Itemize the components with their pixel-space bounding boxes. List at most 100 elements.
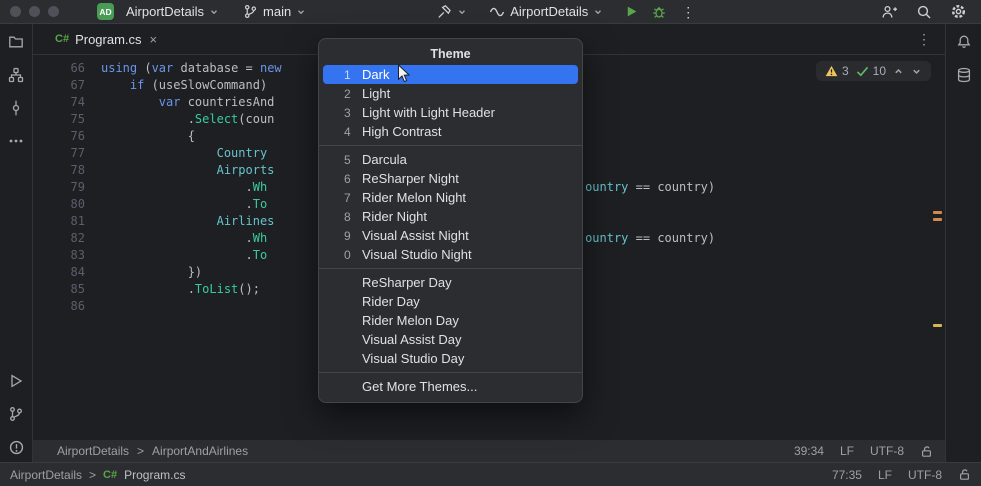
menu-item-label: Dark xyxy=(362,67,389,82)
theme-menu-item[interactable]: 3Light with Light Header xyxy=(323,103,578,122)
file-encoding[interactable]: UTF-8 xyxy=(908,468,942,482)
line-number: 81 xyxy=(33,213,85,230)
tab-options-kebab-menu[interactable]: ⋮ xyxy=(917,31,931,48)
breadcrumb-item[interactable]: AirportAndAirlines xyxy=(152,444,248,458)
settings-gear-icon[interactable] xyxy=(950,3,967,20)
code-text: }) xyxy=(101,264,202,281)
code-text: if (useSlowCommand) xyxy=(101,77,267,94)
breadcrumb-bar: AirportDetails > AirportAndAirlines 39:3… xyxy=(33,440,945,462)
line-number: 74 xyxy=(33,94,85,111)
unlocked-padlock-icon[interactable] xyxy=(958,468,971,481)
prev-problem-chevron-up-icon[interactable] xyxy=(893,66,904,77)
run-more-kebab-menu[interactable]: ⋮ xyxy=(681,5,695,19)
database-icon[interactable] xyxy=(956,67,972,83)
menu-separator xyxy=(319,372,582,373)
scrollbar-change-mark[interactable] xyxy=(933,211,942,214)
caret-position[interactable]: 77:35 xyxy=(832,468,862,482)
file-encoding[interactable]: UTF-8 xyxy=(870,444,904,458)
theme-menu-item[interactable]: 6ReSharper Night xyxy=(323,169,578,188)
statusbar-file[interactable]: Program.cs xyxy=(124,468,185,482)
project-selector[interactable]: AirportDetails xyxy=(121,2,224,21)
problems-icon[interactable] xyxy=(8,439,25,456)
menu-separator xyxy=(319,268,582,269)
menu-item-label: ReSharper Night xyxy=(362,171,459,186)
menu-item-shortcut: 2 xyxy=(344,87,362,101)
more-dots-icon[interactable] xyxy=(8,133,24,149)
code-text: .ToList(); xyxy=(101,281,260,298)
search-icon[interactable] xyxy=(916,4,932,20)
csharp-file-icon: C# xyxy=(55,33,69,45)
notifications-bell-icon[interactable] xyxy=(956,34,972,50)
line-separator[interactable]: LF xyxy=(840,444,854,458)
scrollbar-change-mark[interactable] xyxy=(933,218,942,221)
theme-menu-item[interactable]: 1Dark xyxy=(323,65,578,84)
breadcrumb-separator: > xyxy=(137,444,144,458)
caret-position[interactable]: 39:34 xyxy=(794,444,824,458)
theme-menu-item[interactable]: 0Visual Studio Night xyxy=(323,245,578,264)
add-user-icon[interactable] xyxy=(881,4,898,20)
theme-menu-item[interactable]: Visual Assist Day xyxy=(323,330,578,349)
menu-item-shortcut: 6 xyxy=(344,172,362,186)
menu-item-shortcut: 0 xyxy=(344,248,362,262)
theme-menu-item[interactable]: 8Rider Night xyxy=(323,207,578,226)
menu-item-label: Darcula xyxy=(362,152,407,167)
run-config-selector[interactable]: AirportDetails xyxy=(484,2,608,22)
tab-program-cs[interactable]: C# Program.cs × xyxy=(45,24,167,54)
code-text: Country xyxy=(101,145,267,162)
passed-count: 10 xyxy=(873,64,886,78)
check-icon xyxy=(856,65,869,77)
chevron-down-icon xyxy=(209,7,219,17)
menu-item-label: Rider Night xyxy=(362,209,427,224)
theme-menu-item[interactable]: 9Visual Assist Night xyxy=(323,226,578,245)
menu-item-label: High Contrast xyxy=(362,124,441,139)
next-problem-chevron-down-icon[interactable] xyxy=(911,66,922,77)
theme-menu-item[interactable]: Visual Studio Day xyxy=(323,349,578,368)
code-text: .Select(coun xyxy=(101,111,274,128)
window-minimize-button[interactable] xyxy=(29,6,40,17)
line-number: 84 xyxy=(33,264,85,281)
tab-close-icon[interactable]: × xyxy=(150,32,158,47)
line-number: 66 xyxy=(33,60,85,77)
window-close-button[interactable] xyxy=(10,6,21,17)
warning-count: 3 xyxy=(842,64,849,78)
breadcrumb-item[interactable]: AirportDetails xyxy=(57,444,129,458)
project-badge: AD xyxy=(97,3,114,20)
ide-window: AD AirportDetails main xyxy=(0,0,981,486)
menu-item-label: Rider Melon Day xyxy=(362,313,459,328)
code-text: Airlines xyxy=(101,213,274,230)
statusbar-project[interactable]: AirportDetails xyxy=(10,468,82,482)
code-text: .To xyxy=(101,247,267,264)
menu-item-label: Visual Assist Day xyxy=(362,332,461,347)
menu-item-label: Rider Melon Night xyxy=(362,190,466,205)
commit-icon[interactable] xyxy=(8,100,24,116)
theme-menu-item[interactable]: ReSharper Day xyxy=(323,273,578,292)
vcs-branch-icon[interactable] xyxy=(8,406,24,422)
theme-menu-item[interactable]: 2Light xyxy=(323,84,578,103)
code-text: using (var database = new xyxy=(101,60,282,77)
build-button[interactable] xyxy=(431,2,472,22)
window-zoom-button[interactable] xyxy=(48,6,59,17)
run-button[interactable] xyxy=(624,4,639,19)
chevron-down-icon xyxy=(296,7,306,17)
theme-menu-item[interactable]: 4High Contrast xyxy=(323,122,578,141)
line-number: 80 xyxy=(33,196,85,213)
solution-structure-icon[interactable] xyxy=(8,67,24,83)
theme-menu-item[interactable]: 5Darcula xyxy=(323,150,578,169)
menu-item-shortcut: 3 xyxy=(344,106,362,120)
branch-name: main xyxy=(263,4,291,19)
scrollbar-change-mark[interactable] xyxy=(933,324,942,327)
menu-item-shortcut: 9 xyxy=(344,229,362,243)
line-separator[interactable]: LF xyxy=(878,468,892,482)
theme-menu-item[interactable]: Rider Melon Day xyxy=(323,311,578,330)
project-folder-icon[interactable] xyxy=(8,34,24,50)
run-tool-window-icon[interactable] xyxy=(8,373,24,389)
menu-item-shortcut: 7 xyxy=(344,191,362,205)
theme-menu-item[interactable]: 7Rider Melon Night xyxy=(323,188,578,207)
inspections-widget[interactable]: 3 10 xyxy=(816,61,931,81)
theme-menu-item[interactable]: Rider Day xyxy=(323,292,578,311)
theme-menu-item[interactable]: Get More Themes... xyxy=(323,377,578,396)
branch-selector[interactable]: main xyxy=(238,2,311,21)
debug-button[interactable] xyxy=(651,4,667,20)
menu-item-label: Visual Studio Night xyxy=(362,247,472,262)
unlocked-padlock-icon[interactable] xyxy=(920,445,933,458)
